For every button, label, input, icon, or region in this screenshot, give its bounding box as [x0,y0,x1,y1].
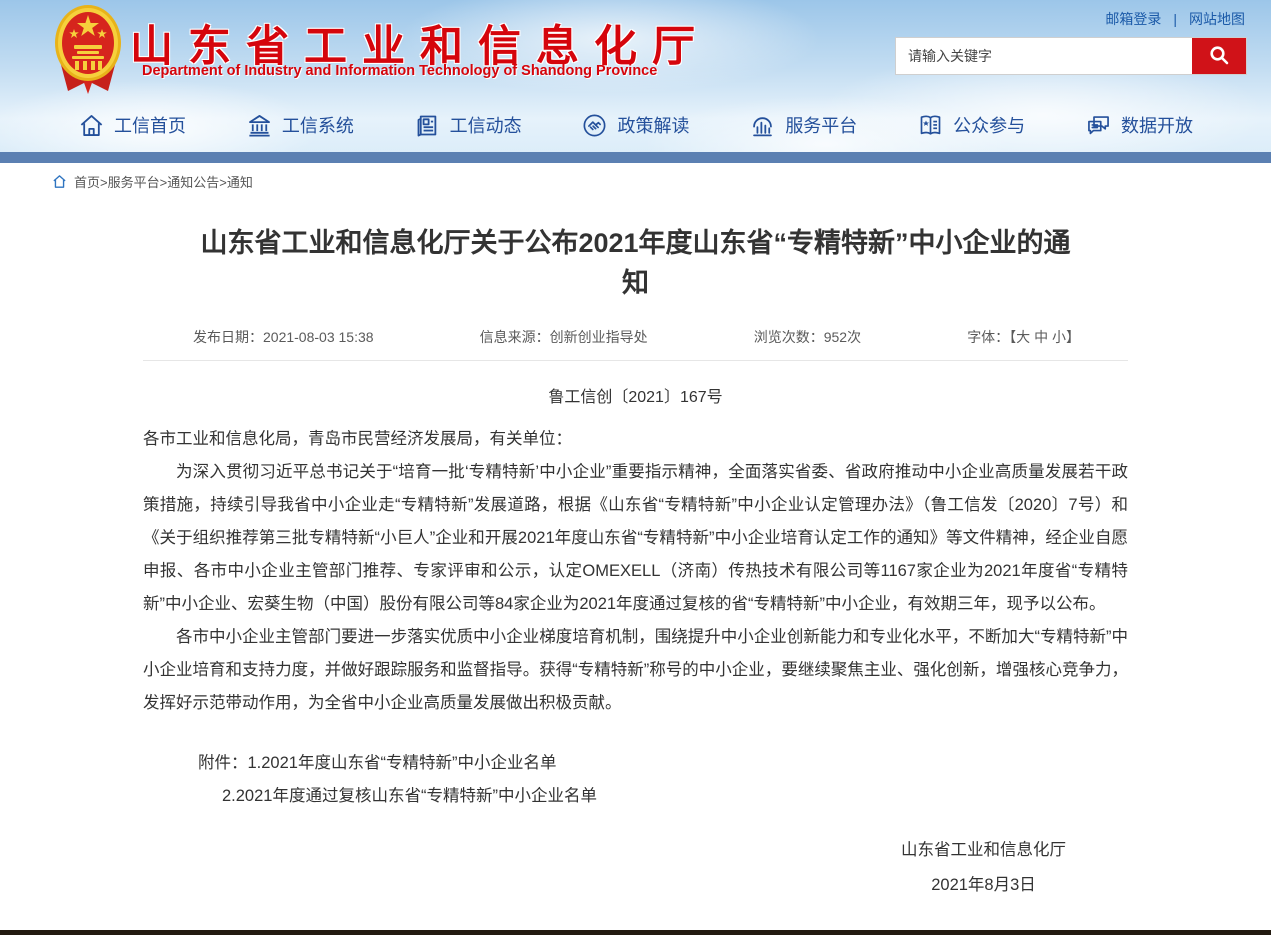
publish-date: 发布日期：2021-08-03 15:38 [193,327,374,347]
attachments: 附件：1.2021年度山东省“专精特新”中小企业名单 2.2021年度通过复核山… [143,747,1128,813]
footer-edge [0,930,1271,935]
nav-item-news[interactable]: 工信动态 [414,112,522,139]
nav-item-data[interactable]: 数据开放 [1085,112,1193,139]
signature-date: 2021年8月3日 [901,868,1066,903]
news-icon [414,112,441,139]
search-box [895,37,1247,75]
breadcrumb-item-notices[interactable]: 通知公告 [167,175,219,190]
nav-item-system[interactable]: 工信系统 [246,112,354,139]
nav-label: 工信系统 [282,112,354,138]
main-nav: 工信首页 工信系统 [0,98,1271,152]
info-source: 信息来源：创新创业指导处 [480,327,648,347]
article-meta: 发布日期：2021-08-03 15:38 信息来源：创新创业指导处 浏览次数：… [143,327,1128,361]
nav-label: 工信动态 [450,112,522,138]
top-links: 邮箱登录 | 网站地图 [1105,9,1245,29]
book-icon [917,112,944,139]
chat-icon [1085,112,1112,139]
nav-label: 公众参与 [953,112,1025,138]
nav-label: 工信首页 [114,112,186,138]
breadcrumb: 首页>服务平台>通知公告>通知 [0,163,1271,199]
nav-label: 政策解读 [617,112,689,138]
font-size-control: 字体：【大 中 小】 [967,327,1080,347]
article: 山东省工业和信息化厅关于公布2021年度山东省“专精特新”中小企业的通知 发布日… [143,223,1128,903]
nav-label: 数据开放 [1121,112,1193,138]
breadcrumb-item-service[interactable]: 服务平台 [108,175,160,190]
handshake-icon [581,112,608,139]
salutation: 各市工业和信息化局，青岛市民营经济发展局，有关单位： [143,423,1128,456]
chart-icon [749,112,776,139]
nav-bottom-strip [0,152,1271,163]
paragraph: 为深入贯彻习近平总书记关于“培育一批‘专精特新’中小企业”重要指示精神，全面落实… [143,456,1128,621]
paragraph: 各市中小企业主管部门要进一步落实优质中小企业梯度培育机制，围绕提升中小企业创新能… [143,621,1128,720]
site-header: 山东省工业和信息化厅 Department of Industry and In… [0,0,1271,152]
nav-item-participation[interactable]: 公众参与 [917,112,1025,139]
sitemap-link[interactable]: 网站地图 [1189,9,1245,29]
nav-item-policy[interactable]: 政策解读 [581,112,689,139]
nav-item-service[interactable]: 服务平台 [749,112,857,139]
document-number: 鲁工信创〔2021〕167号 [143,383,1128,407]
signature-org: 山东省工业和信息化厅 [901,833,1066,868]
view-count: 浏览次数：952次 [754,327,861,347]
attachment-link-2[interactable]: 2.2021年度通过复核山东省“专精特新”中小企业名单 [222,787,597,805]
top-links-separator: | [1173,11,1177,27]
article-title: 山东省工业和信息化厅关于公布2021年度山东省“专精特新”中小企业的通知 [198,223,1073,303]
bank-icon [246,112,273,139]
article-body: 各市工业和信息化局，青岛市民营经济发展局，有关单位： 为深入贯彻习近平总书记关于… [143,423,1128,903]
breadcrumb-item-notice[interactable]: 通知 [227,175,253,190]
font-size-options[interactable]: 【大 中 小】 [1009,329,1080,345]
breadcrumb-home-icon [52,174,67,189]
mail-login-link[interactable]: 邮箱登录 [1105,9,1161,29]
breadcrumb-separator: > [219,175,227,190]
signature-block: 山东省工业和信息化厅 2021年8月3日 [143,833,1128,903]
site-subtitle: Department of Industry and Information T… [142,63,657,79]
nav-label: 服务平台 [785,112,857,138]
national-emblem-logo[interactable] [52,3,124,95]
nav-item-home[interactable]: 工信首页 [78,112,186,139]
home-icon [78,112,105,139]
breadcrumb-separator: > [100,175,108,190]
attachments-label: 附件： [198,754,248,772]
attachment-link-1[interactable]: 1.2021年度山东省“专精特新”中小企业名单 [248,754,557,772]
breadcrumb-item-home[interactable]: 首页 [74,175,100,190]
search-button[interactable] [1192,38,1246,74]
search-input[interactable] [896,38,1192,74]
search-icon [1207,43,1231,70]
